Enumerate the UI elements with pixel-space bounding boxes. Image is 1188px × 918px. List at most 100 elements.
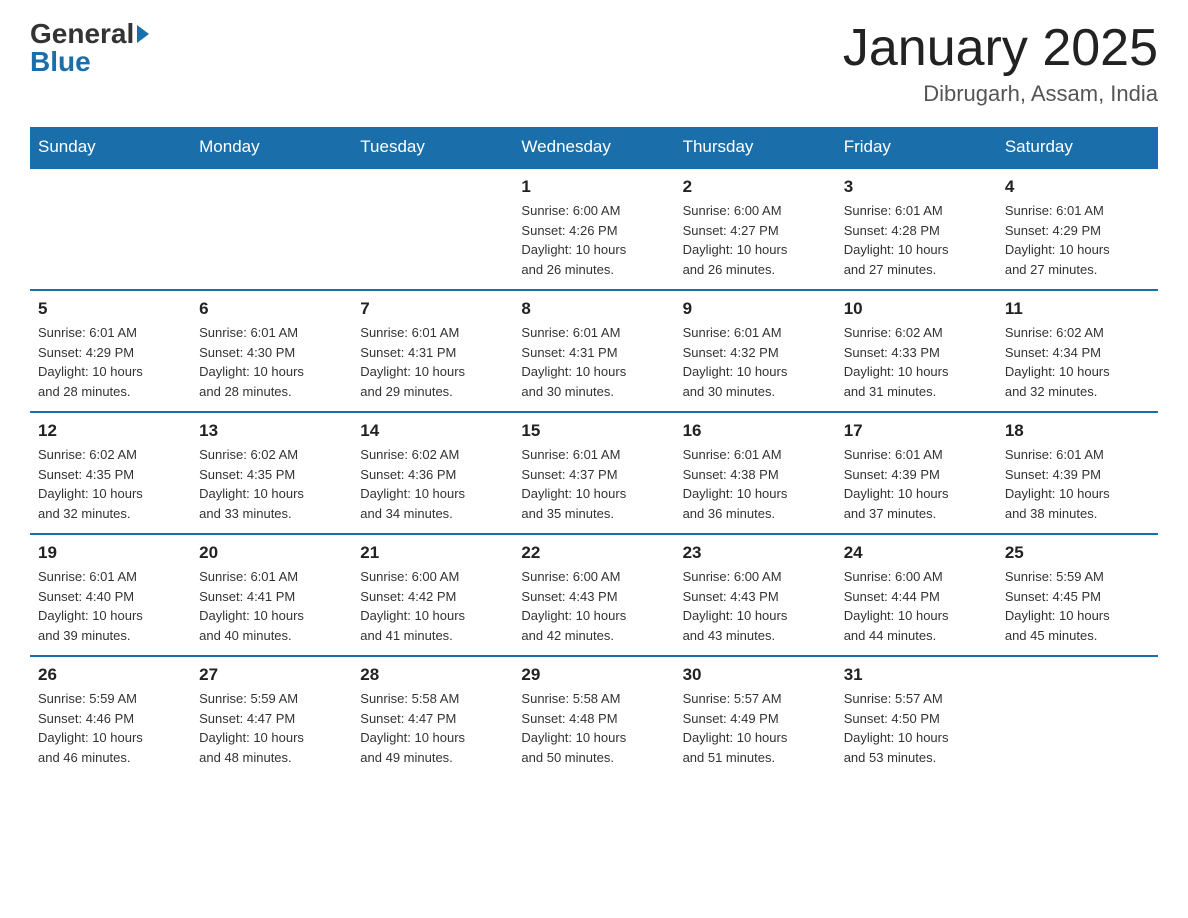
- day-of-week-header: Saturday: [997, 127, 1158, 168]
- calendar-cell: 4Sunrise: 6:01 AMSunset: 4:29 PMDaylight…: [997, 168, 1158, 290]
- calendar-cell: 19Sunrise: 6:01 AMSunset: 4:40 PMDayligh…: [30, 534, 191, 656]
- day-number: 22: [521, 543, 666, 563]
- calendar-cell: [352, 168, 513, 290]
- calendar-cell: 1Sunrise: 6:00 AMSunset: 4:26 PMDaylight…: [513, 168, 674, 290]
- day-number: 10: [844, 299, 989, 319]
- calendar-week-row: 5 Sunrise: 6:01 AMSunset: 4:29 PMDaylight…: [30, 290, 1158, 412]
- day-info: Sunrise: 5:59 AMSunset: 4:45 PMDaylight:…: [1005, 567, 1150, 645]
- day-number: 30: [683, 665, 828, 685]
- day-of-week-header: Sunday: [30, 127, 191, 168]
- day-info: Sunrise: 5:57 AMSunset: 4:49 PMDaylight:…: [683, 689, 828, 767]
- day-info: Sunrise: 6:01 AMSunset: 4:28 PMDaylight:…: [844, 201, 989, 279]
- day-of-week-header: Tuesday: [352, 127, 513, 168]
- calendar-cell: 23 Sunrise: 6:00 AMSunset: 4:43 PMDayligh…: [675, 534, 836, 656]
- calendar-body: 1Sunrise: 6:00 AMSunset: 4:26 PMDaylight…: [30, 168, 1158, 777]
- days-of-week-row: SundayMondayTuesdayWednesdayThursdayFrid…: [30, 127, 1158, 168]
- page-header: General Blue January 2025 Dibrugarh, Ass…: [30, 20, 1158, 107]
- calendar-table: SundayMondayTuesdayWednesdayThursdayFrid…: [30, 127, 1158, 777]
- title-block: January 2025 Dibrugarh, Assam, India: [843, 20, 1158, 107]
- day-info: Sunrise: 5:57 AMSunset: 4:50 PMDaylight:…: [844, 689, 989, 767]
- calendar-cell: 15 Sunrise: 6:01 AMSunset: 4:37 PMDayligh…: [513, 412, 674, 534]
- day-number: 26: [38, 665, 183, 685]
- calendar-cell: 28 Sunrise: 5:58 AMSunset: 4:47 PMDayligh…: [352, 656, 513, 777]
- calendar-cell: 21 Sunrise: 6:00 AMSunset: 4:42 PMDayligh…: [352, 534, 513, 656]
- calendar-cell: 5 Sunrise: 6:01 AMSunset: 4:29 PMDaylight…: [30, 290, 191, 412]
- location-subtitle: Dibrugarh, Assam, India: [843, 81, 1158, 107]
- day-info: Sunrise: 6:00 AMSunset: 4:42 PMDaylight:…: [360, 567, 505, 645]
- calendar-week-row: 26 Sunrise: 5:59 AMSunset: 4:46 PMDayligh…: [30, 656, 1158, 777]
- calendar-cell: [30, 168, 191, 290]
- month-title: January 2025: [843, 20, 1158, 77]
- day-info: Sunrise: 6:01 AMSunset: 4:30 PMDaylight:…: [199, 323, 344, 401]
- day-number: 18: [1005, 421, 1150, 441]
- day-number: 27: [199, 665, 344, 685]
- calendar-cell: 22Sunrise: 6:00 AMSunset: 4:43 PMDayligh…: [513, 534, 674, 656]
- day-number: 20: [199, 543, 344, 563]
- calendar-cell: [191, 168, 352, 290]
- day-number: 31: [844, 665, 989, 685]
- day-info: Sunrise: 6:02 AMSunset: 4:35 PMDaylight:…: [199, 445, 344, 523]
- day-info: Sunrise: 6:01 AMSunset: 4:29 PMDaylight:…: [38, 323, 183, 401]
- day-number: 9: [683, 299, 828, 319]
- calendar-cell: [997, 656, 1158, 777]
- calendar-week-row: 19Sunrise: 6:01 AMSunset: 4:40 PMDayligh…: [30, 534, 1158, 656]
- day-number: 1: [521, 177, 666, 197]
- day-number: 14: [360, 421, 505, 441]
- day-number: 24: [844, 543, 989, 563]
- calendar-cell: 8 Sunrise: 6:01 AMSunset: 4:31 PMDaylight…: [513, 290, 674, 412]
- day-number: 11: [1005, 299, 1150, 319]
- day-info: Sunrise: 6:01 AMSunset: 4:39 PMDaylight:…: [844, 445, 989, 523]
- calendar-cell: 11Sunrise: 6:02 AMSunset: 4:34 PMDayligh…: [997, 290, 1158, 412]
- logo-general-text: General: [30, 20, 134, 48]
- day-number: 2: [683, 177, 828, 197]
- calendar-cell: 12Sunrise: 6:02 AMSunset: 4:35 PMDayligh…: [30, 412, 191, 534]
- day-of-week-header: Friday: [836, 127, 997, 168]
- calendar-cell: 18 Sunrise: 6:01 AMSunset: 4:39 PMDayligh…: [997, 412, 1158, 534]
- day-number: 25: [1005, 543, 1150, 563]
- day-of-week-header: Wednesday: [513, 127, 674, 168]
- calendar-cell: 26 Sunrise: 5:59 AMSunset: 4:46 PMDayligh…: [30, 656, 191, 777]
- day-number: 17: [844, 421, 989, 441]
- day-info: Sunrise: 6:01 AMSunset: 4:39 PMDaylight:…: [1005, 445, 1150, 523]
- day-number: 12: [38, 421, 183, 441]
- calendar-cell: 24Sunrise: 6:00 AMSunset: 4:44 PMDayligh…: [836, 534, 997, 656]
- day-number: 8: [521, 299, 666, 319]
- day-info: Sunrise: 6:02 AMSunset: 4:33 PMDaylight:…: [844, 323, 989, 401]
- calendar-cell: 7 Sunrise: 6:01 AMSunset: 4:31 PMDaylight…: [352, 290, 513, 412]
- day-info: Sunrise: 6:01 AMSunset: 4:31 PMDaylight:…: [521, 323, 666, 401]
- day-info: Sunrise: 5:59 AMSunset: 4:47 PMDaylight:…: [199, 689, 344, 767]
- day-info: Sunrise: 6:01 AMSunset: 4:41 PMDaylight:…: [199, 567, 344, 645]
- day-number: 28: [360, 665, 505, 685]
- day-number: 23: [683, 543, 828, 563]
- day-number: 15: [521, 421, 666, 441]
- day-info: Sunrise: 5:58 AMSunset: 4:47 PMDaylight:…: [360, 689, 505, 767]
- calendar-cell: 3Sunrise: 6:01 AMSunset: 4:28 PMDaylight…: [836, 168, 997, 290]
- calendar-cell: 27 Sunrise: 5:59 AMSunset: 4:47 PMDayligh…: [191, 656, 352, 777]
- day-number: 29: [521, 665, 666, 685]
- calendar-cell: 29Sunrise: 5:58 AMSunset: 4:48 PMDayligh…: [513, 656, 674, 777]
- day-number: 7: [360, 299, 505, 319]
- day-of-week-header: Thursday: [675, 127, 836, 168]
- calendar-cell: 16 Sunrise: 6:01 AMSunset: 4:38 PMDayligh…: [675, 412, 836, 534]
- day-number: 13: [199, 421, 344, 441]
- day-number: 5: [38, 299, 183, 319]
- day-info: Sunrise: 6:01 AMSunset: 4:37 PMDaylight:…: [521, 445, 666, 523]
- calendar-cell: 6Sunrise: 6:01 AMSunset: 4:30 PMDaylight…: [191, 290, 352, 412]
- day-info: Sunrise: 6:01 AMSunset: 4:38 PMDaylight:…: [683, 445, 828, 523]
- day-of-week-header: Monday: [191, 127, 352, 168]
- calendar-header: SundayMondayTuesdayWednesdayThursdayFrid…: [30, 127, 1158, 168]
- calendar-cell: 31 Sunrise: 5:57 AMSunset: 4:50 PMDayligh…: [836, 656, 997, 777]
- calendar-cell: 13 Sunrise: 6:02 AMSunset: 4:35 PMDayligh…: [191, 412, 352, 534]
- day-info: Sunrise: 5:59 AMSunset: 4:46 PMDaylight:…: [38, 689, 183, 767]
- day-info: Sunrise: 6:01 AMSunset: 4:40 PMDaylight:…: [38, 567, 183, 645]
- day-info: Sunrise: 6:01 AMSunset: 4:31 PMDaylight:…: [360, 323, 505, 401]
- day-info: Sunrise: 6:01 AMSunset: 4:32 PMDaylight:…: [683, 323, 828, 401]
- day-number: 21: [360, 543, 505, 563]
- day-info: Sunrise: 6:02 AMSunset: 4:36 PMDaylight:…: [360, 445, 505, 523]
- calendar-cell: 17 Sunrise: 6:01 AMSunset: 4:39 PMDayligh…: [836, 412, 997, 534]
- calendar-cell: 2 Sunrise: 6:00 AMSunset: 4:27 PMDaylight…: [675, 168, 836, 290]
- day-info: Sunrise: 6:00 AMSunset: 4:27 PMDaylight:…: [683, 201, 828, 279]
- day-info: Sunrise: 6:00 AMSunset: 4:43 PMDaylight:…: [683, 567, 828, 645]
- day-number: 16: [683, 421, 828, 441]
- calendar-cell: 25 Sunrise: 5:59 AMSunset: 4:45 PMDayligh…: [997, 534, 1158, 656]
